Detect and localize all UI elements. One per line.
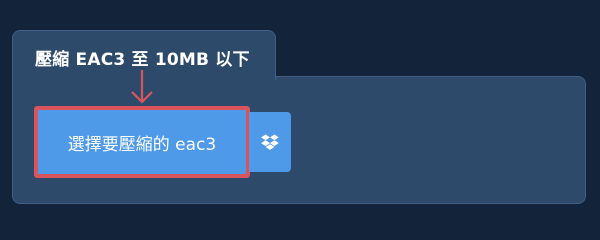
choose-file-button[interactable]: 選擇要壓縮的 eac3 bbox=[34, 106, 250, 178]
choose-file-label: 選擇要壓縮的 eac3 bbox=[67, 134, 217, 155]
dropbox-button[interactable] bbox=[249, 112, 291, 172]
dropbox-icon bbox=[261, 134, 279, 150]
arrow-down-icon bbox=[131, 70, 153, 104]
converter-widget: 壓縮 EAC3 至 10MB 以下 選擇要壓縮的 eac3 bbox=[0, 0, 600, 230]
tab-title: 壓縮 EAC3 至 10MB 以下 bbox=[35, 50, 250, 70]
upload-controls: 選擇要壓縮的 eac3 bbox=[34, 106, 291, 178]
